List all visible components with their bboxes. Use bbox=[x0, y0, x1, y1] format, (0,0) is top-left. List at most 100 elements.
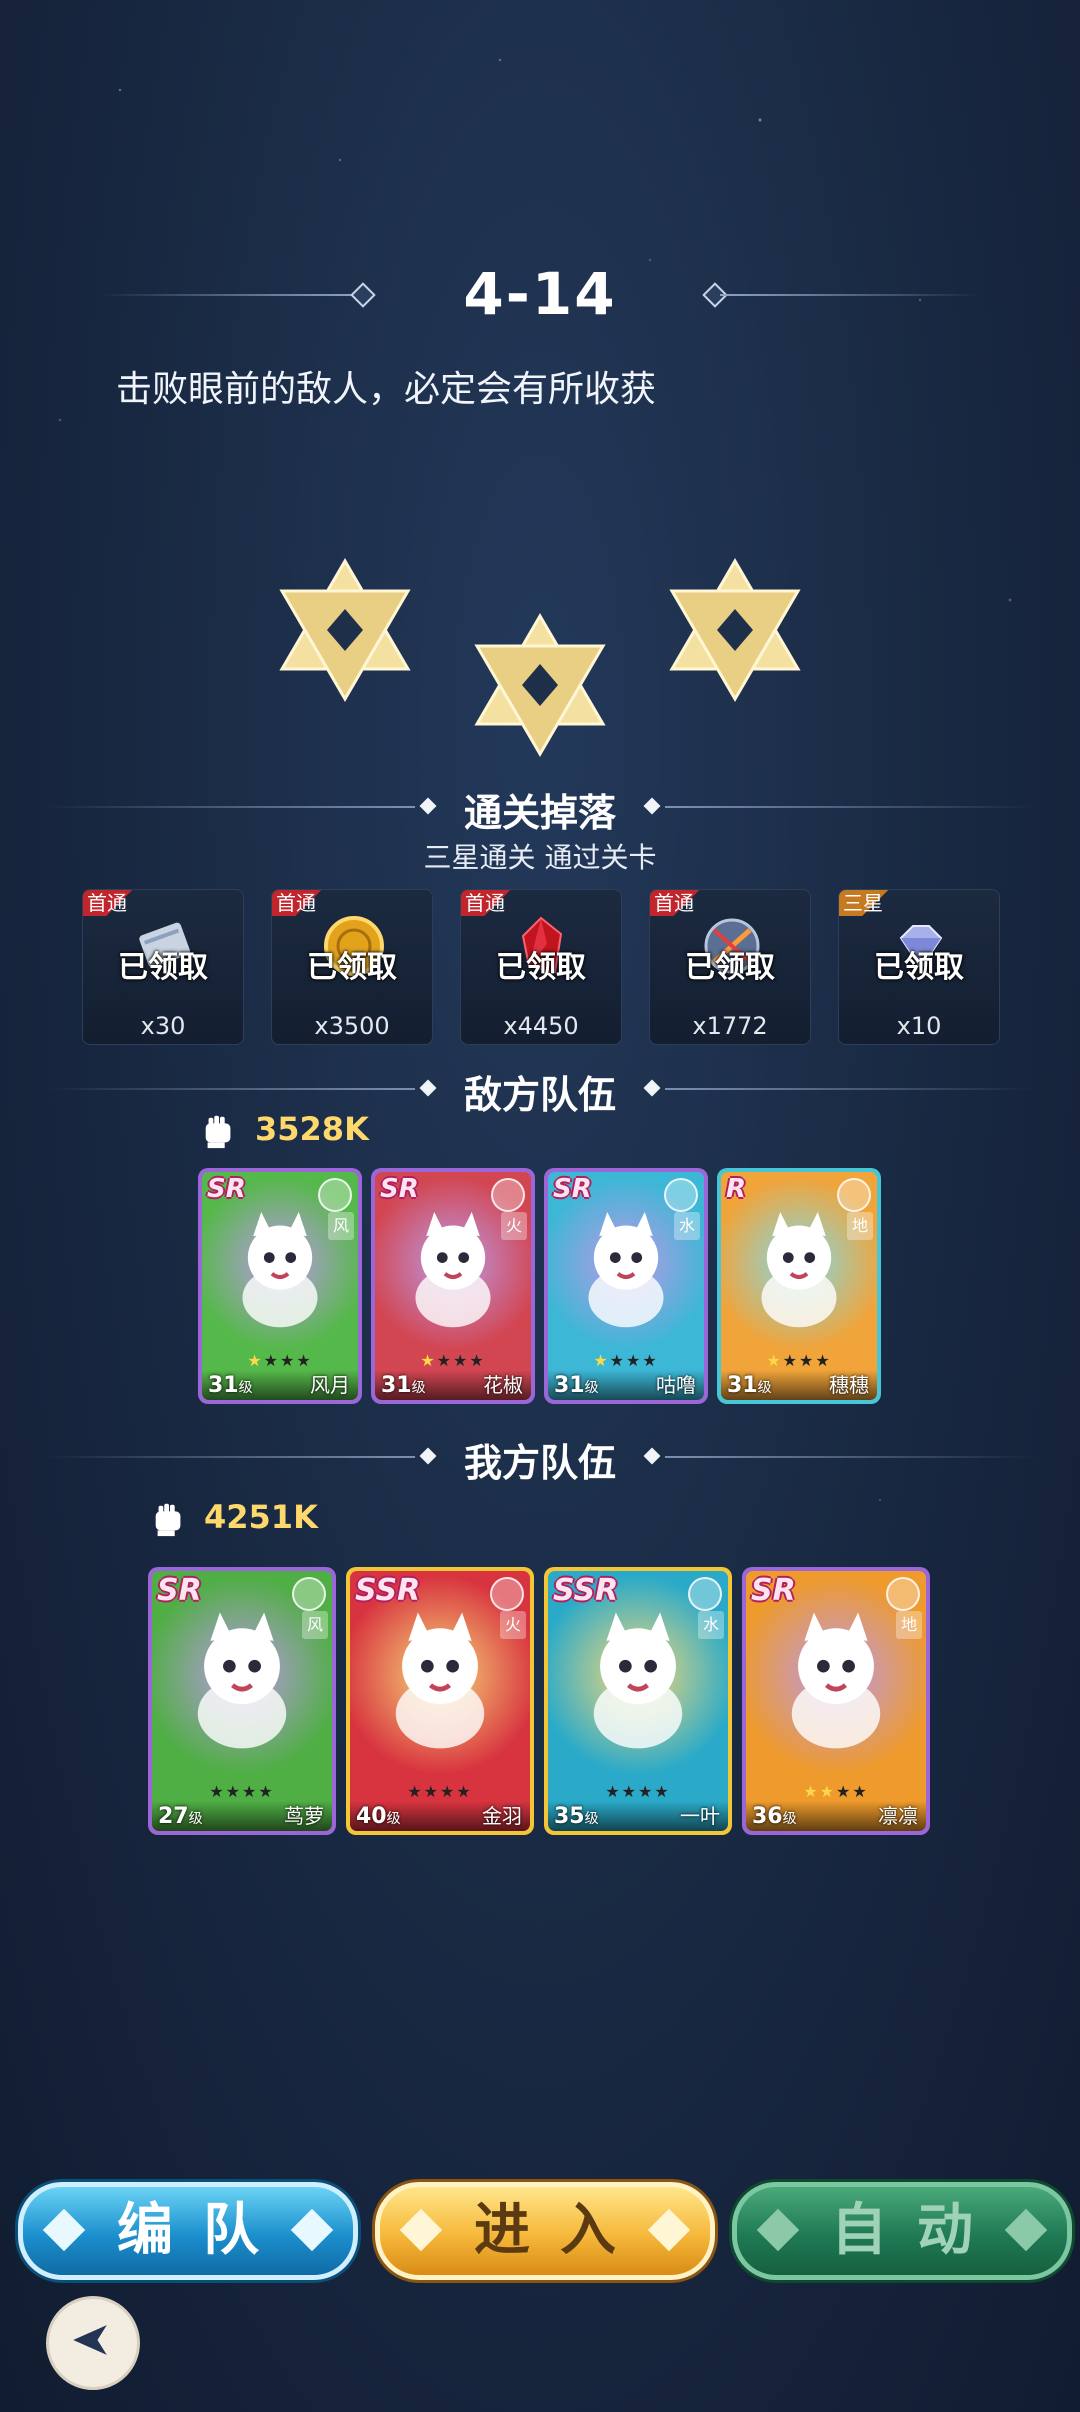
element-icon bbox=[688, 1577, 722, 1611]
star-icon-3 bbox=[669, 558, 801, 702]
enemy-power-value: 3528K bbox=[255, 1110, 369, 1148]
power-fist-icon bbox=[205, 1115, 231, 1149]
hero-name: 风月 bbox=[310, 1373, 350, 1397]
rarity-badge: SR bbox=[380, 1174, 419, 1204]
element-label: 水 bbox=[674, 1212, 700, 1240]
element-icon bbox=[837, 1178, 871, 1212]
hero-portrait bbox=[415, 1212, 491, 1328]
rarity-badge: SR bbox=[751, 1573, 796, 1608]
reward-slot-5[interactable]: 三星 已领取 x10 bbox=[838, 889, 1000, 1045]
star-rating: ★★★★ bbox=[766, 1351, 832, 1370]
element-icon bbox=[292, 1577, 326, 1611]
hero-portrait bbox=[761, 1212, 837, 1328]
rarity-badge: R bbox=[726, 1174, 747, 1204]
reward-quantity: x10 bbox=[896, 1012, 942, 1040]
enemy-hero-card[interactable]: SR 火 ★★★★ 31级 花椒 bbox=[371, 1168, 535, 1404]
sparkle-icon bbox=[756, 2208, 800, 2252]
rewards-condition: 三星通关 通过关卡 bbox=[423, 841, 657, 874]
team-edit-button[interactable]: 编队 bbox=[18, 2182, 358, 2280]
reward-status: 已领取 bbox=[118, 950, 208, 985]
ally-team-header: 我方队伍 bbox=[0, 1432, 1080, 1485]
reward-quantity: x1772 bbox=[692, 1012, 768, 1040]
hero-level: 31级 bbox=[727, 1373, 772, 1398]
rewards-section-title: 通关掉落 bbox=[463, 791, 616, 835]
hero-name: 金羽 bbox=[482, 1804, 522, 1828]
star-rating: ★★★★ bbox=[407, 1782, 473, 1801]
ally-team-title: 我方队伍 bbox=[463, 1441, 616, 1485]
rarity-badge: SR bbox=[553, 1174, 592, 1204]
element-label: 水 bbox=[698, 1611, 724, 1639]
sparkle-icon bbox=[647, 2208, 691, 2252]
star-rating: ★★★★ bbox=[803, 1782, 869, 1801]
star-rating: ★★★★ bbox=[420, 1351, 486, 1370]
reward-quantity: x30 bbox=[140, 1012, 186, 1040]
hero-level: 36级 bbox=[752, 1804, 797, 1829]
team-edit-label: 编队 bbox=[117, 2198, 289, 2263]
hero-name: 茑萝 bbox=[284, 1804, 324, 1828]
enter-label: 进入 bbox=[474, 2198, 646, 2263]
reward-tag: 三星 bbox=[839, 890, 895, 916]
ally-hero-card[interactable]: SSR 水 ★★★★ 35级 一叶 bbox=[544, 1567, 732, 1835]
hero-level: 31级 bbox=[554, 1373, 599, 1398]
element-label: 风 bbox=[328, 1212, 354, 1240]
back-button[interactable] bbox=[46, 2296, 140, 2390]
star-rating: ★★★★ bbox=[247, 1351, 313, 1370]
element-icon bbox=[886, 1577, 920, 1611]
hero-level: 40级 bbox=[356, 1804, 401, 1829]
ally-hero-card[interactable]: SSR 火 ★★★★ 40级 金羽 bbox=[346, 1567, 534, 1835]
rarity-badge: SR bbox=[207, 1174, 246, 1204]
reward-tag: 首通 bbox=[272, 890, 328, 916]
reward-status: 已领取 bbox=[685, 950, 775, 985]
title-line-right bbox=[720, 294, 980, 296]
reward-slot-3[interactable]: 首通 已领取 x4450 bbox=[460, 889, 622, 1045]
reward-status: 已领取 bbox=[874, 950, 964, 985]
star-rating: ★★★★ bbox=[605, 1782, 671, 1801]
enter-button[interactable]: 进入 bbox=[375, 2182, 715, 2280]
element-icon bbox=[490, 1577, 524, 1611]
star-icon-1 bbox=[279, 558, 411, 702]
hero-portrait bbox=[593, 1612, 683, 1749]
auto-battle-label: 自动 bbox=[831, 2198, 1003, 2263]
element-icon bbox=[664, 1178, 698, 1212]
ally-hero-card[interactable]: SR 地 ★★★★ 36级 凛凛 bbox=[742, 1567, 930, 1835]
hero-portrait bbox=[197, 1612, 287, 1749]
power-fist-icon bbox=[155, 1503, 181, 1537]
reward-slot-1[interactable]: 首通 已领取 x30 bbox=[82, 889, 244, 1045]
element-label: 风 bbox=[302, 1611, 328, 1639]
sparkle-icon bbox=[290, 2208, 334, 2252]
element-label: 地 bbox=[896, 1611, 922, 1639]
hero-level: 31级 bbox=[208, 1373, 253, 1398]
rarity-badge: SSR bbox=[355, 1573, 421, 1608]
star-rating: ★★★★ bbox=[593, 1351, 659, 1370]
hero-portrait bbox=[242, 1212, 318, 1328]
hero-portrait bbox=[791, 1612, 881, 1749]
reward-status: 已领取 bbox=[307, 950, 397, 985]
reward-quantity: x3500 bbox=[314, 1012, 390, 1040]
ally-hero-card[interactable]: SR 风 ★★★★ 27级 茑萝 bbox=[148, 1567, 336, 1835]
reward-tag: 首通 bbox=[83, 890, 139, 916]
auto-battle-button[interactable]: 自动 bbox=[732, 2182, 1072, 2280]
hero-level: 27级 bbox=[158, 1804, 203, 1829]
hero-level: 35级 bbox=[554, 1804, 599, 1829]
hero-portrait bbox=[395, 1612, 485, 1749]
hero-portrait bbox=[588, 1212, 664, 1328]
enemy-hero-card[interactable]: SR 风 ★★★★ 31级 风月 bbox=[198, 1168, 362, 1404]
enemy-hero-card[interactable]: R 地 ★★★★ 31级 穗穗 bbox=[717, 1168, 881, 1404]
element-label: 地 bbox=[847, 1212, 873, 1240]
hero-name: 穗穗 bbox=[829, 1373, 869, 1397]
sparkle-icon bbox=[42, 2208, 86, 2252]
reward-slot-2[interactable]: 首通 已领取 x3500 bbox=[271, 889, 433, 1045]
stage-subtitle: 击败眼前的敌人，必定会有所收获 bbox=[116, 369, 657, 410]
enemy-hero-card[interactable]: SR 水 ★★★★ 31级 咕噜 bbox=[544, 1168, 708, 1404]
rewards-section-header: 通关掉落 bbox=[0, 782, 1080, 835]
hero-name: 凛凛 bbox=[878, 1804, 918, 1828]
hero-name: 咕噜 bbox=[656, 1373, 696, 1397]
hero-name: 花椒 bbox=[483, 1373, 523, 1397]
hero-name: 一叶 bbox=[680, 1804, 720, 1828]
hero-level: 31级 bbox=[381, 1373, 426, 1398]
enemy-team-header: 敌方队伍 bbox=[0, 1064, 1080, 1117]
reward-quantity: x4450 bbox=[503, 1012, 579, 1040]
arrow-sparkle-icon bbox=[73, 2325, 107, 2355]
reward-tag: 首通 bbox=[650, 890, 706, 916]
reward-slot-4[interactable]: 首通 已领取 x1772 bbox=[649, 889, 811, 1045]
